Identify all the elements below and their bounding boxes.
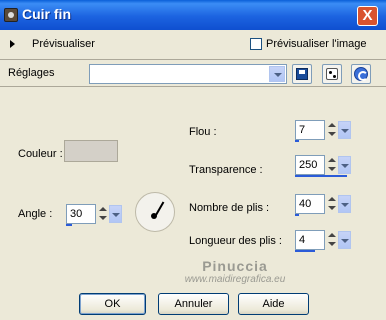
fold-length-updown-icon[interactable] [327, 231, 338, 249]
fold-count-input[interactable]: 40 [295, 194, 325, 214]
angle-dial-knob [151, 213, 157, 219]
angle-dial-icon[interactable] [135, 192, 175, 232]
blur-dropdown-icon[interactable] [338, 121, 351, 139]
blur-input[interactable]: 7 [295, 120, 325, 140]
presets-label: Réglages [8, 67, 55, 79]
settings-panel: Couleur : Angle : 30 Flou : 7 Transparen… [0, 88, 386, 286]
fold-count-spinner[interactable]: 40 [295, 194, 351, 216]
fold-count-value: 40 [299, 198, 312, 210]
preview-row: Prévisualiser Prévisualiser l'image [0, 33, 386, 55]
save-preset-button[interactable] [292, 64, 312, 84]
reset-button[interactable] [351, 64, 371, 84]
transparency-dropdown-icon[interactable] [338, 156, 351, 174]
angle-input[interactable]: 30 [66, 204, 96, 224]
dialog-window: Cuir fin X Prévisualiser Prévisualiser l… [0, 0, 386, 320]
help-button[interactable]: Aide [238, 293, 309, 315]
fold-count-dropdown-icon[interactable] [338, 195, 351, 213]
angle-slider-indicator[interactable] [66, 224, 72, 226]
blur-spinner[interactable]: 7 [295, 120, 351, 142]
fold-count-label: Nombre de plis : [189, 202, 270, 214]
presets-dropdown[interactable] [89, 64, 287, 84]
color-swatch[interactable] [64, 140, 118, 162]
preview-image-checkbox[interactable] [250, 38, 262, 50]
save-icon [296, 68, 308, 80]
fold-length-spinner[interactable]: 4 [295, 230, 351, 252]
blur-updown-icon[interactable] [327, 121, 338, 139]
ok-button[interactable]: OK [79, 293, 146, 315]
blur-value: 7 [299, 124, 306, 136]
watermark: Pinuccia www.maidiregrafica.eu [170, 258, 300, 285]
transparency-slider-indicator[interactable] [295, 175, 347, 177]
fold-count-updown-icon[interactable] [327, 195, 338, 213]
blur-slider-indicator[interactable] [295, 140, 299, 142]
preview-image-label[interactable]: Prévisualiser l'image [266, 38, 367, 50]
fold-count-slider-indicator[interactable] [295, 214, 299, 216]
chevron-down-icon[interactable] [269, 66, 285, 82]
app-icon [4, 8, 18, 22]
window-title: Cuir fin [22, 6, 71, 22]
transparency-value: 250 [299, 159, 318, 171]
presets-row: Réglages [0, 59, 386, 87]
cancel-button[interactable]: Annuler [158, 293, 229, 315]
watermark-name: Pinuccia [202, 258, 268, 274]
angle-value: 30 [70, 208, 83, 220]
angle-spinner[interactable]: 30 [66, 204, 122, 226]
angle-dropdown-icon[interactable] [109, 205, 122, 223]
transparency-input[interactable]: 250 [295, 155, 325, 175]
angle-updown-icon[interactable] [98, 205, 109, 223]
title-bar[interactable]: Cuir fin X [0, 0, 386, 30]
angle-label: Angle : [18, 208, 53, 220]
fold-length-label: Longueur des plis : [189, 235, 282, 247]
fold-length-dropdown-icon[interactable] [338, 231, 351, 249]
close-button[interactable]: X [357, 6, 378, 26]
expand-triangle-icon[interactable] [10, 40, 15, 48]
transparency-updown-icon[interactable] [327, 156, 338, 174]
reset-icon [354, 67, 368, 81]
transparency-spinner[interactable]: 250 [295, 155, 351, 177]
randomize-button[interactable] [322, 64, 342, 84]
watermark-url: www.maidiregrafica.eu [184, 274, 286, 285]
preview-label[interactable]: Prévisualiser [32, 38, 95, 50]
blur-label: Flou : [189, 126, 217, 138]
fold-length-input[interactable]: 4 [295, 230, 325, 250]
fold-length-slider-indicator[interactable] [295, 250, 315, 252]
transparency-label: Transparence : [189, 164, 263, 176]
random-dice-icon [326, 68, 338, 80]
fold-length-value: 4 [299, 234, 306, 246]
close-icon: X [362, 7, 373, 24]
color-label: Couleur : [18, 148, 63, 160]
